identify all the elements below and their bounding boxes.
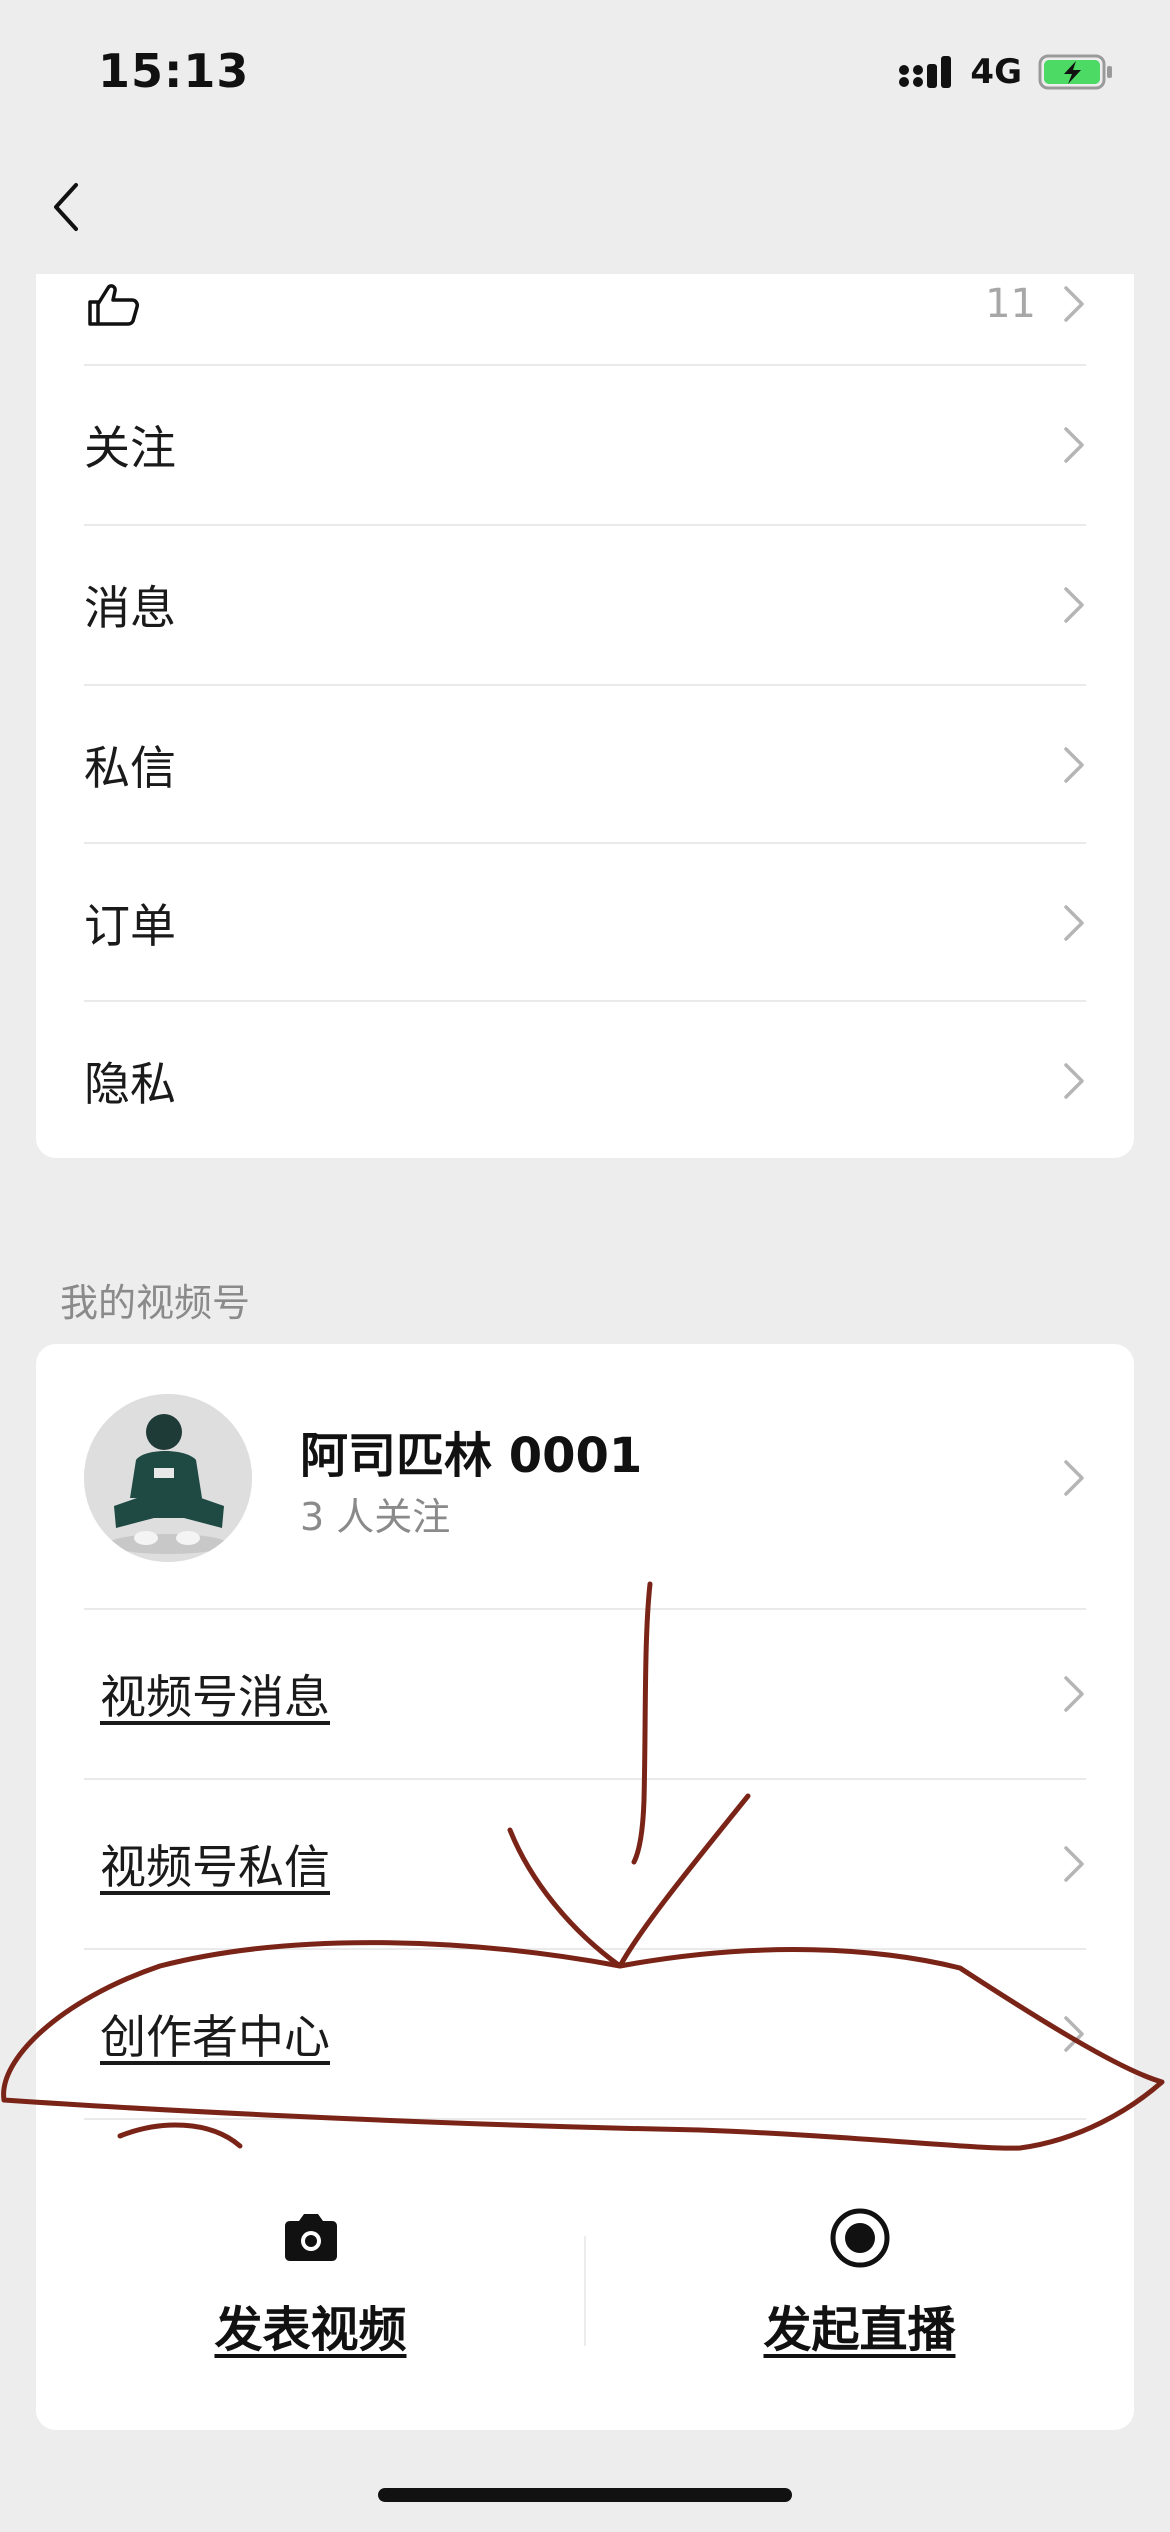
publish-video-label: 发表视频 [214,2302,407,2358]
publish-video-button[interactable]: 发表视频 [36,2180,585,2380]
start-live-label: 发起直播 [763,2302,956,2358]
settings-card: 11 关注 消息 私信 订单 隐私 [36,274,1134,1158]
start-live-button[interactable]: 发起直播 [585,2180,1134,2380]
likes-row[interactable]: 11 [84,254,1086,354]
avatar-image [84,1394,252,1562]
back-button[interactable] [40,172,90,242]
settings-item-private-messages[interactable]: 私信 [84,686,1086,844]
channel-name: 阿司匹林 0001 [300,1428,643,1484]
channel-card: 阿司匹林 0001 3 人关注 视频号消息 视频号私信 创作者中心 发表视频 发… [36,1344,1134,2430]
status-indicators: 4G [898,52,1114,92]
divider [84,2118,1086,2120]
section-title: 我的视频号 [60,1281,251,1325]
channel-link-creator-center[interactable]: 创作者中心 [84,1950,1086,2118]
network-type: 4G [970,52,1022,92]
status-bar: 15:13 4G [0,0,1170,150]
chevron-right-icon [1064,747,1084,783]
channel-link-label: 视频号私信 [100,1840,330,1894]
chevron-right-icon [1064,2016,1084,2052]
channel-link-label: 视频号消息 [100,1670,330,1724]
settings-item-follow[interactable]: 关注 [84,366,1086,524]
chevron-right-icon [1064,427,1084,463]
chevron-right-icon [1064,905,1084,941]
chevron-right-icon [1064,1063,1084,1099]
chevron-right-icon [1064,286,1084,322]
battery-charging-icon [1038,54,1112,90]
channel-actions: 发表视频 发起直播 [36,2180,1134,2380]
signal-icon [899,56,952,88]
thumbs-up-icon [88,284,139,326]
likes-row-right: 11 [985,281,1086,327]
settings-item-label: 消息 [84,581,176,635]
home-indicator[interactable] [378,2488,792,2502]
settings-item-privacy[interactable]: 隐私 [84,1002,1086,1160]
status-time: 15:13 [98,44,250,98]
channel-link-label: 创作者中心 [100,2010,330,2064]
settings-item-label: 私信 [84,741,176,795]
channel-profile-row[interactable]: 阿司匹林 0001 3 人关注 [36,1344,1134,1608]
channel-link-private-messages[interactable]: 视频号私信 [84,1780,1086,1948]
chevron-right-icon [1064,1846,1084,1882]
camera-icon [284,2214,337,2261]
settings-item-label: 关注 [84,421,176,475]
record-icon [830,2208,889,2268]
chevron-right-icon [1064,1676,1084,1712]
settings-item-label: 隐私 [84,1057,176,1111]
settings-item-label: 订单 [84,899,176,953]
settings-item-messages[interactable]: 消息 [84,526,1086,684]
settings-item-orders[interactable]: 订单 [84,844,1086,1002]
avatar [84,1394,252,1562]
chevron-right-icon [1064,1460,1084,1496]
likes-count: 11 [985,281,1036,327]
chevron-left-icon [54,183,78,231]
channel-followers: 3 人关注 [300,1495,451,1539]
channel-link-messages[interactable]: 视频号消息 [84,1610,1086,1778]
chevron-right-icon [1064,587,1084,623]
